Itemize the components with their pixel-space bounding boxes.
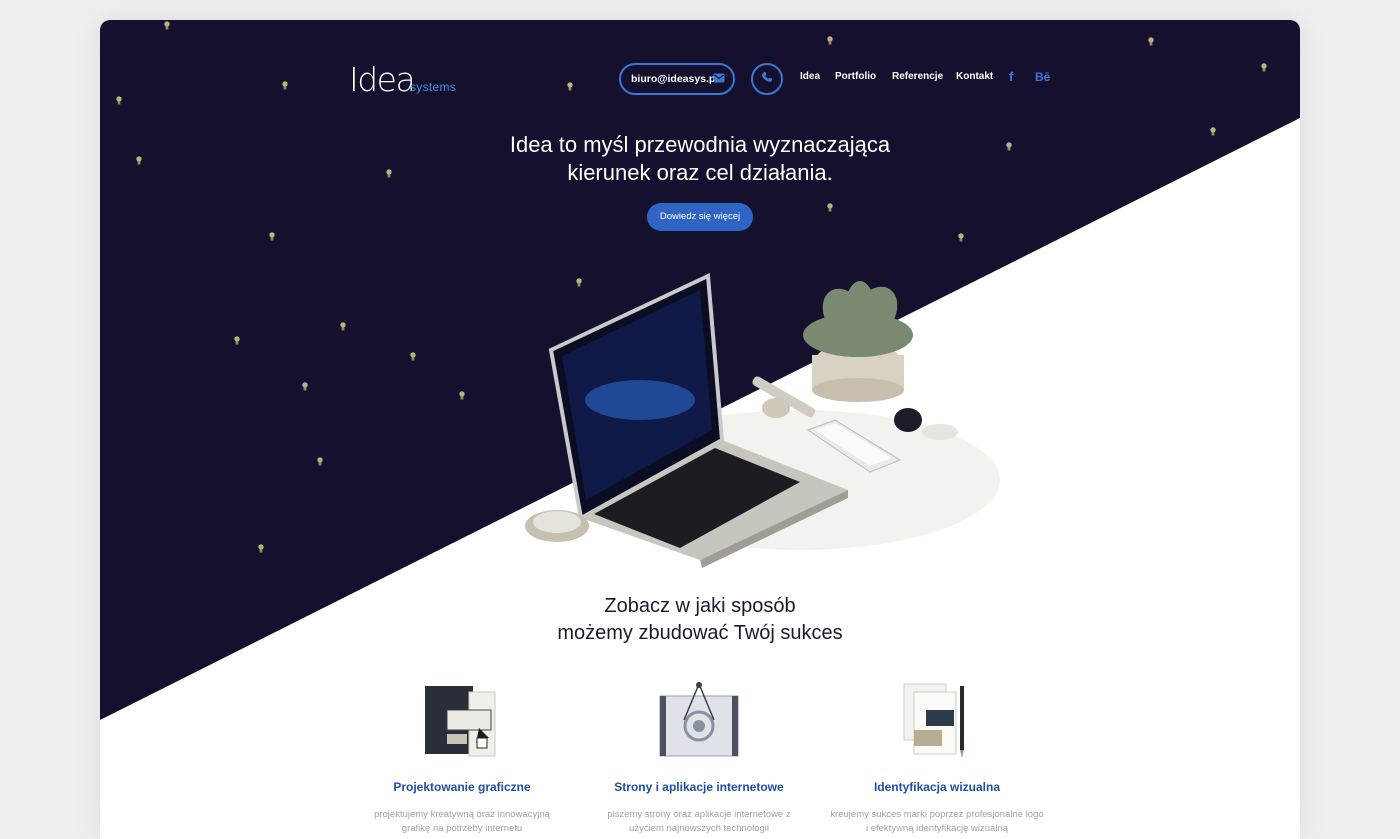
lightbulb-icon (1006, 142, 1012, 151)
learn-more-button[interactable]: Dowiedz się więcej (647, 203, 753, 231)
email-text: biuro@ideasys.pl (631, 73, 719, 85)
logo[interactable]: Idea systems (349, 60, 456, 99)
nav-item-idea[interactable]: Idea (800, 71, 820, 82)
lightbulb-icon (269, 232, 275, 241)
service-graphic-design[interactable]: Projektowanie graficzne projektujemy kre… (347, 680, 577, 836)
service-description: kreujemy sukces marki poprzez profesjona… (830, 809, 1044, 834)
nav-item-portfolio[interactable]: Portfolio (835, 71, 876, 82)
section-headline: Zobacz w jaki sposób możemy zbudować Twó… (450, 593, 950, 647)
lightbulb-icon (827, 203, 833, 212)
hero-headline-line1: Idea to myśl przewodnia wyznaczająca (509, 132, 891, 157)
lightbulb-icon (827, 36, 833, 45)
hero-headline-line2: kierunek oraz cel działania. (567, 160, 833, 185)
lightbulb-icon (234, 336, 240, 345)
lightbulb-icon (164, 21, 170, 30)
graphic-design-icon (417, 680, 507, 762)
lightbulb-icon (567, 82, 573, 91)
lightbulb-icon (302, 382, 308, 391)
lightbulb-icon (958, 233, 964, 242)
behance-icon[interactable]: Bē (1035, 70, 1050, 84)
service-title: Identyfikacja wizualna (873, 780, 1001, 794)
section-headline-line1: Zobacz w jaki sposób (604, 595, 796, 617)
service-web-apps[interactable]: Strony i aplikacje internetowe piszemy s… (584, 680, 814, 836)
lightbulb-icon (386, 169, 392, 178)
section-headline-line2: możemy zbudować Twój sukces (557, 622, 843, 644)
nav-item-referencje[interactable]: Referencje (892, 71, 943, 82)
email-button[interactable]: biuro@ideasys.pl (619, 63, 735, 95)
lightbulb-icon (116, 96, 122, 105)
mail-icon (713, 73, 725, 86)
service-title: Strony i aplikacje internetowe (614, 780, 784, 794)
phone-icon (761, 70, 773, 88)
service-description: piszemy strony oraz aplikacje internetow… (607, 809, 791, 834)
visual-identity-icon (892, 680, 982, 762)
service-description: projektujemy kreatywną oraz innowacyjną … (374, 809, 550, 834)
lightbulb-icon (1261, 63, 1267, 72)
logo-sub-text: systems (410, 80, 457, 94)
lightbulb-icon (410, 352, 416, 361)
lightbulb-icon (576, 278, 582, 287)
facebook-icon[interactable]: f (1009, 69, 1013, 84)
lightbulb-icon (340, 322, 346, 331)
lightbulb-icon (459, 391, 465, 400)
phone-button[interactable] (751, 63, 783, 95)
service-visual-identity[interactable]: Identyfikacja wizualna kreujemy sukces m… (822, 680, 1052, 836)
nav-item-kontakt[interactable]: Kontakt (956, 71, 993, 82)
hero-headline: Idea to myśl przewodnia wyznaczająca kie… (400, 131, 1000, 187)
logo-main-text: Idea (349, 60, 416, 99)
lightbulb-icon (282, 81, 288, 90)
service-title: Projektowanie graficzne (393, 780, 531, 794)
lightbulb-icon (258, 544, 264, 553)
lightbulb-icon (136, 156, 142, 165)
lightbulb-icon (317, 457, 323, 466)
web-apps-icon (654, 680, 744, 762)
page: Idea systems biuro@ideasys.pl Idea Portf… (100, 20, 1300, 839)
lightbulb-icon (1210, 127, 1216, 136)
lightbulb-icon (1148, 37, 1154, 46)
